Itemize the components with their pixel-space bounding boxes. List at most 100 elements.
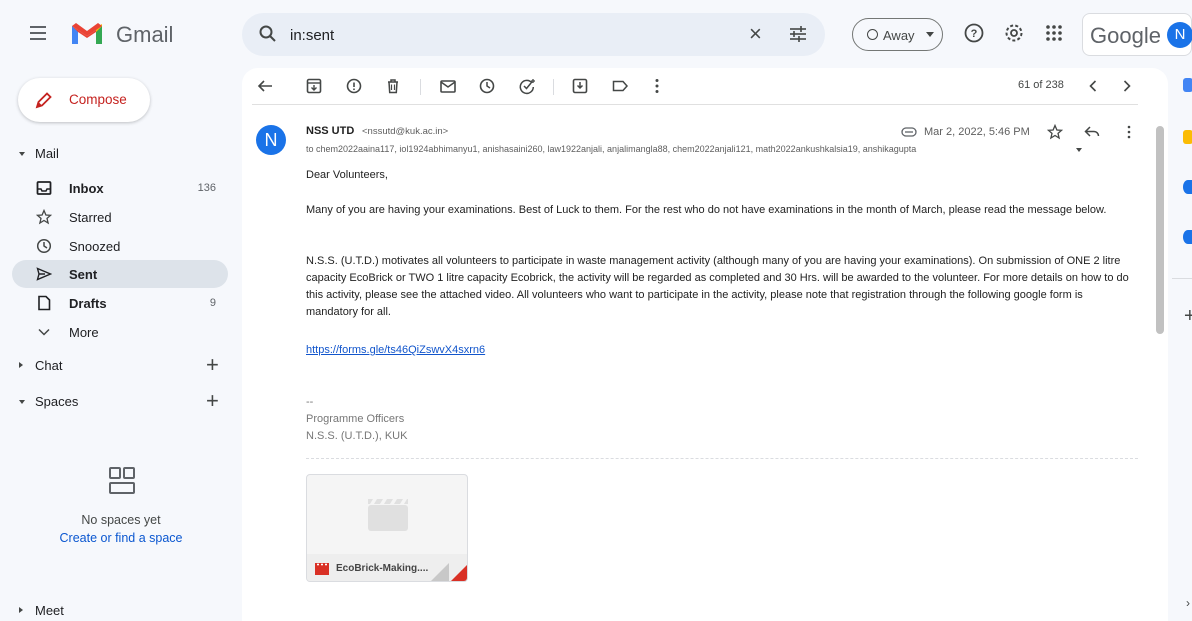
apps-grid-icon[interactable] bbox=[1043, 22, 1065, 44]
message-scrollbar[interactable] bbox=[1156, 126, 1164, 334]
help-icon[interactable]: ? bbox=[963, 22, 985, 44]
sidebar-item-count: 136 bbox=[197, 182, 216, 194]
video-file-icon bbox=[315, 563, 329, 575]
no-spaces-text: No spaces yet bbox=[81, 513, 161, 527]
mark-unread-icon[interactable] bbox=[439, 77, 457, 95]
compose-label: Compose bbox=[69, 92, 127, 107]
signature-line: N.S.S. (U.T.D.), KUK bbox=[306, 430, 408, 442]
tasks-app-icon[interactable] bbox=[1183, 180, 1192, 194]
gmail-app: Gmail × Away ? Google N Compose Mail Inb… bbox=[0, 0, 1192, 621]
google-form-link[interactable]: https://forms.gle/ts46QiZswvX4sxrn6 bbox=[306, 342, 485, 359]
mail-section-label: Mail bbox=[35, 146, 59, 161]
sidebar-item-more[interactable]: More bbox=[12, 318, 228, 346]
spaces-section-label: Spaces bbox=[35, 394, 79, 409]
sidebar-item-label: Sent bbox=[69, 267, 98, 282]
collapse-caret-icon bbox=[19, 400, 25, 404]
toolbar-divider bbox=[553, 79, 554, 95]
settings-gear-icon[interactable] bbox=[1003, 22, 1025, 44]
label-indicator-icon bbox=[901, 127, 917, 137]
star-icon bbox=[36, 209, 52, 225]
attachment-card[interactable]: EcoBrick-Making.... bbox=[306, 474, 468, 582]
sidebar-item-label: Inbox bbox=[69, 181, 104, 196]
calendar-app-icon[interactable] bbox=[1183, 78, 1192, 92]
get-addons-plus-icon[interactable]: + bbox=[1184, 306, 1192, 326]
send-icon bbox=[36, 267, 52, 281]
new-space-plus-icon[interactable]: + bbox=[206, 390, 219, 412]
search-options-icon[interactable] bbox=[788, 24, 808, 44]
caret-down-icon bbox=[926, 32, 934, 37]
move-to-icon[interactable] bbox=[571, 77, 589, 95]
chevron-down-icon bbox=[38, 328, 50, 336]
attachments-divider bbox=[306, 458, 1138, 459]
older-chevron-right-icon[interactable] bbox=[1118, 77, 1136, 95]
create-space-link[interactable]: Create or find a space bbox=[0, 531, 242, 545]
sidebar-item-label: Snoozed bbox=[69, 239, 121, 254]
signature-separator: -- bbox=[306, 396, 314, 408]
sidebar-item-label: More bbox=[69, 325, 99, 340]
sidebar-item-label: Starred bbox=[69, 210, 112, 225]
message-more-icon[interactable] bbox=[1122, 125, 1136, 139]
new-chat-plus-icon[interactable]: + bbox=[206, 354, 219, 376]
meet-section-label: Meet bbox=[35, 603, 64, 618]
sidebar-item-label: Drafts bbox=[69, 296, 107, 311]
keep-app-icon[interactable] bbox=[1183, 130, 1192, 144]
google-wordmark: Google bbox=[1090, 23, 1161, 48]
compose-button[interactable]: Compose bbox=[18, 78, 150, 122]
meet-section-header[interactable]: Meet bbox=[0, 603, 242, 619]
archive-icon[interactable] bbox=[305, 77, 323, 95]
expand-caret-icon bbox=[19, 607, 23, 613]
clear-search-icon[interactable]: × bbox=[749, 23, 762, 45]
search-bar[interactable]: × bbox=[242, 13, 825, 56]
search-input[interactable] bbox=[290, 23, 730, 47]
inbox-icon bbox=[36, 181, 52, 195]
toolbar-divider bbox=[420, 79, 421, 95]
message-paragraph: N.S.S. (U.T.D.) motivates all volunteers… bbox=[306, 255, 1129, 318]
toolbar-divider-line bbox=[252, 104, 1138, 105]
pencil-icon bbox=[35, 92, 52, 109]
attachment-type-corner bbox=[449, 563, 467, 581]
attachment-fold bbox=[429, 563, 449, 581]
search-icon[interactable] bbox=[258, 24, 278, 44]
message-greeting: Dear Volunteers, bbox=[306, 169, 388, 181]
contacts-app-icon[interactable] bbox=[1183, 230, 1192, 244]
main-menu-icon[interactable] bbox=[30, 22, 60, 48]
reply-icon[interactable] bbox=[1084, 125, 1100, 139]
status-dot-icon bbox=[867, 29, 878, 40]
sidebar-item-inbox[interactable]: Inbox 136 bbox=[12, 174, 228, 202]
expand-caret-icon bbox=[19, 362, 23, 368]
collapse-caret-icon bbox=[19, 152, 25, 156]
sidebar-item-sent[interactable]: Sent bbox=[12, 260, 228, 288]
add-to-tasks-icon[interactable] bbox=[518, 77, 536, 95]
pagination-count: 61 of 238 bbox=[1018, 79, 1064, 91]
clock-icon bbox=[36, 238, 52, 254]
show-side-panel-chevron-icon[interactable]: › bbox=[1186, 596, 1190, 610]
app-brand-label[interactable]: Gmail bbox=[116, 22, 173, 48]
back-arrow-icon[interactable] bbox=[256, 77, 274, 95]
snooze-clock-icon[interactable] bbox=[478, 77, 496, 95]
recipients-line: to chem2022aaina117, iol1924abhimanyu1, … bbox=[306, 144, 917, 154]
spaces-empty-icon bbox=[109, 467, 135, 494]
sidebar-item-snoozed[interactable]: Snoozed bbox=[12, 232, 228, 260]
newer-chevron-left-icon[interactable] bbox=[1084, 77, 1102, 95]
mail-section-header[interactable]: Mail bbox=[0, 146, 242, 162]
message-date: Mar 2, 2022, 5:46 PM bbox=[924, 126, 1030, 138]
sidebar-item-starred[interactable]: Starred bbox=[12, 203, 228, 231]
label-tag-icon[interactable] bbox=[611, 77, 629, 95]
account-switcher[interactable]: Google N bbox=[1082, 13, 1192, 56]
draft-icon bbox=[38, 295, 51, 311]
account-avatar[interactable]: N bbox=[1167, 22, 1192, 48]
report-spam-icon[interactable] bbox=[345, 77, 363, 95]
sidebar-item-drafts[interactable]: Drafts 9 bbox=[12, 289, 228, 317]
chat-section-label: Chat bbox=[35, 358, 63, 373]
delete-trash-icon[interactable] bbox=[384, 77, 402, 95]
sender-avatar[interactable]: N bbox=[256, 125, 286, 155]
sender-email: <nssutd@kuk.ac.in> bbox=[362, 126, 449, 137]
status-selector[interactable]: Away bbox=[852, 18, 943, 51]
star-icon[interactable] bbox=[1047, 124, 1063, 140]
show-details-caret-icon[interactable] bbox=[1076, 148, 1082, 152]
gmail-logo-icon[interactable] bbox=[70, 20, 104, 46]
more-options-icon[interactable] bbox=[648, 77, 666, 95]
sender-name[interactable]: NSS UTD bbox=[306, 125, 354, 137]
signature-line: Programme Officers bbox=[306, 413, 405, 425]
attachment-name: EcoBrick-Making.... bbox=[336, 563, 429, 574]
